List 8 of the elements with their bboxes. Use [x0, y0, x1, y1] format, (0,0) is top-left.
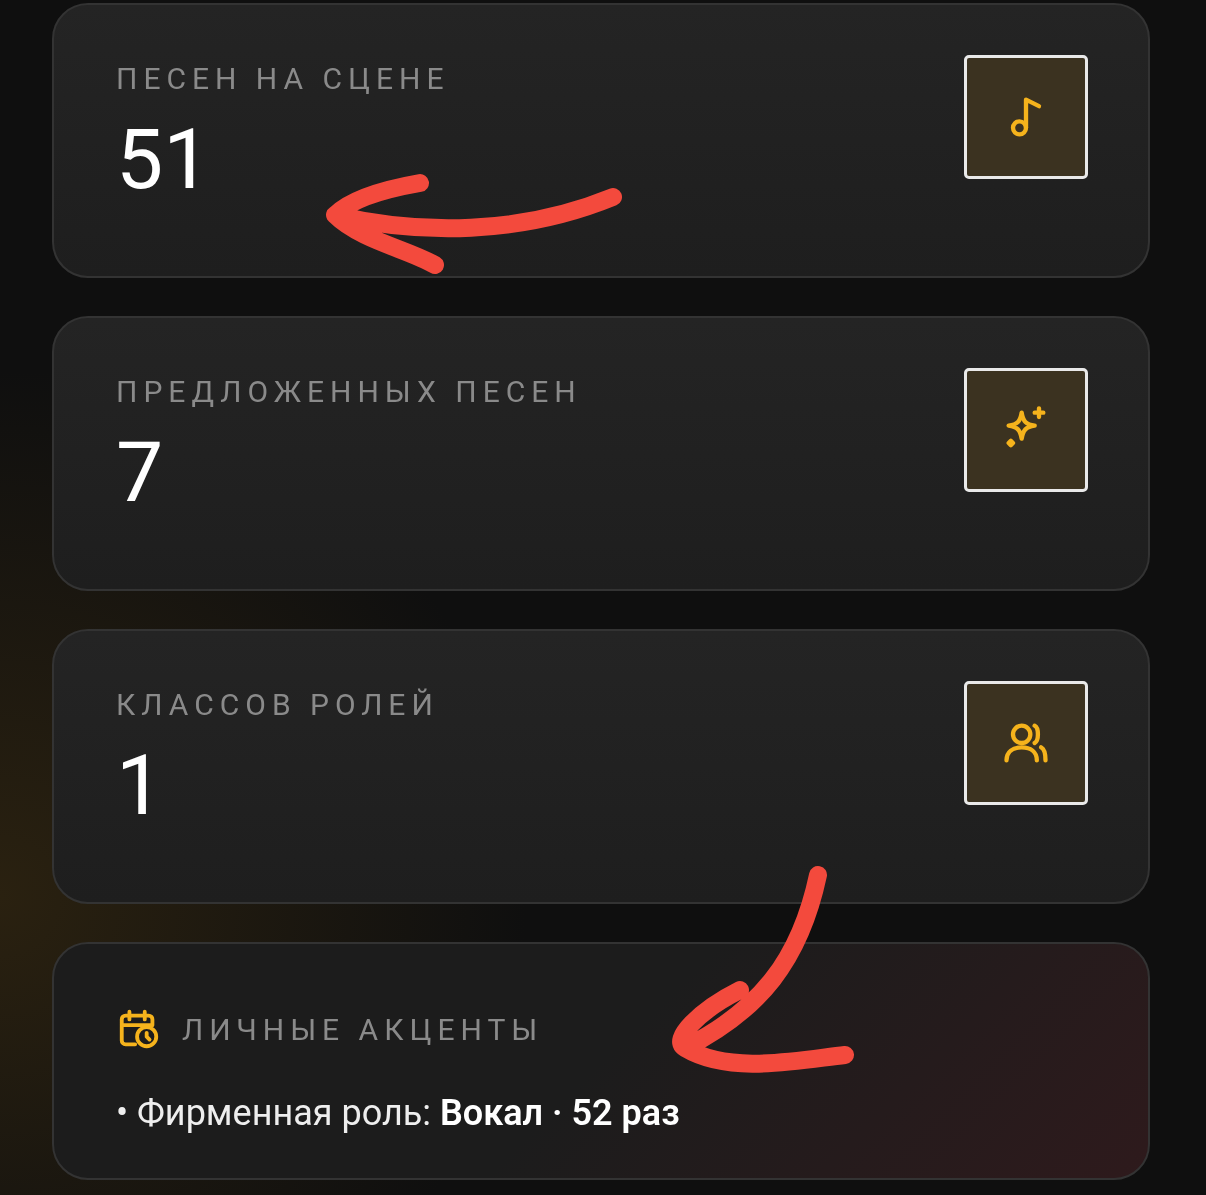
stat-value: 51: [116, 110, 212, 209]
stat-label: ПЕСЕН НА СЦЕНЕ: [116, 61, 450, 96]
stat-value: 1: [116, 736, 165, 835]
highlight-text: • Фирменная роль: Вокал · 52 раз: [116, 1092, 681, 1134]
stat-label: ПРЕДЛОЖЕННЫХ ПЕСЕН: [116, 374, 582, 409]
stat-value: 7: [116, 423, 165, 522]
section-title: ЛИЧНЫЕ АКЦЕНТЫ: [182, 1011, 544, 1047]
stat-label: КЛАССОВ РОЛЕЙ: [116, 687, 439, 722]
